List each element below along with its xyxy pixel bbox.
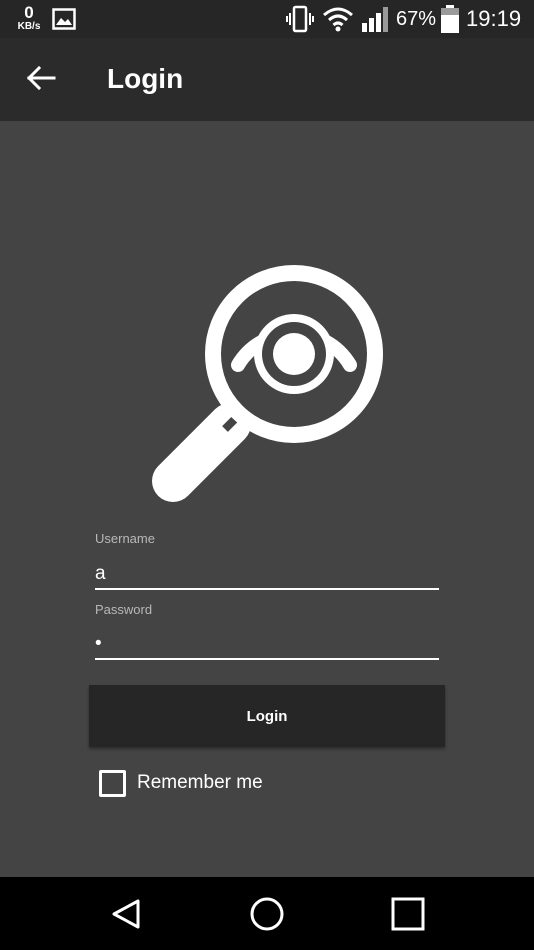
battery-icon	[440, 4, 460, 39]
signal-icon	[360, 5, 392, 38]
password-field[interactable]	[95, 630, 439, 660]
nav-home-button[interactable]	[249, 896, 285, 937]
status-clock: 19:19	[466, 6, 522, 31]
battery-percent: 67%	[396, 8, 437, 30]
page-title: Login	[107, 63, 184, 94]
arrow-left-icon	[26, 65, 56, 91]
remember-me-checkbox[interactable]	[99, 769, 126, 797]
nav-home-icon	[250, 897, 284, 931]
nav-recents-icon	[391, 897, 425, 931]
password-label: Password	[95, 602, 153, 617]
remember-me-row[interactable]: Remember me	[99, 769, 263, 797]
login-button[interactable]: Login	[89, 685, 445, 747]
net-speed-indicator: 0 KB/s	[14, 4, 44, 32]
username-field[interactable]	[95, 560, 439, 590]
status-bar: 0 KB/s 67% 19:19	[0, 0, 534, 38]
image-icon	[52, 8, 76, 35]
magnifier-eye-icon	[152, 265, 383, 502]
logo	[145, 262, 390, 512]
remember-me-label: Remember me	[137, 772, 263, 793]
net-speed-unit: KB/s	[17, 21, 41, 32]
vibrate-icon	[285, 4, 315, 39]
nav-bar	[0, 877, 534, 950]
username-label: Username	[95, 531, 155, 546]
net-speed-value: 0	[24, 3, 34, 22]
nav-back-button[interactable]	[108, 896, 144, 937]
wifi-icon	[322, 6, 354, 37]
nav-recents-button[interactable]	[391, 897, 425, 936]
nav-back-icon	[112, 899, 140, 929]
app-bar: Login	[0, 38, 534, 121]
back-button[interactable]	[24, 60, 60, 96]
